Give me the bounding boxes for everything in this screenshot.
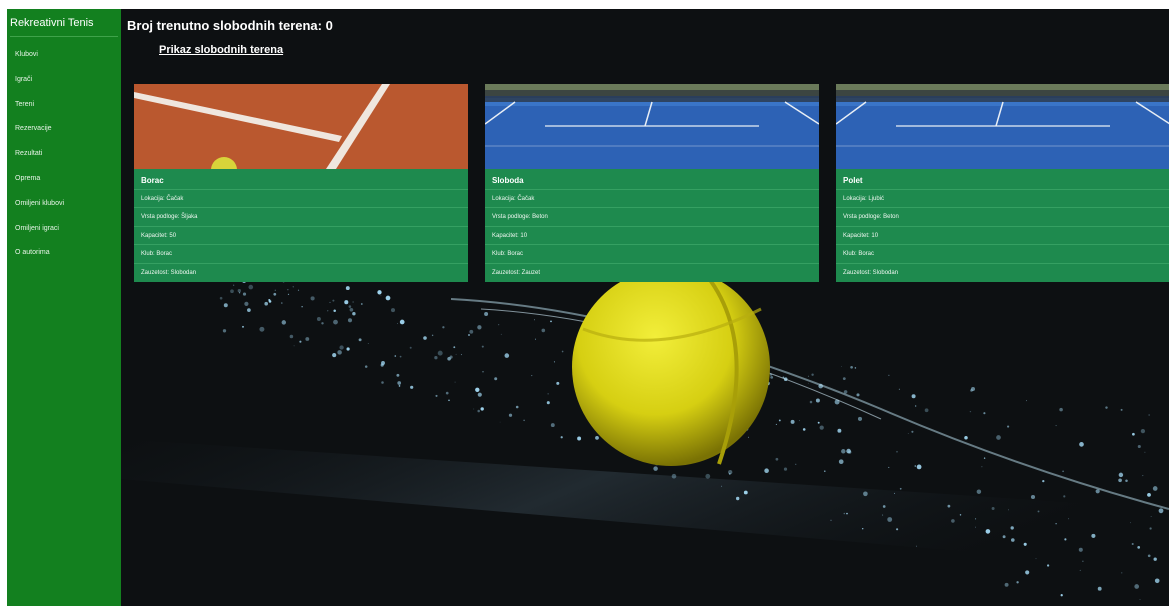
sidebar: Rekreativni Tenis Klubovi Igrači Tereni … [7, 9, 121, 606]
sidebar-nav: Klubovi Igrači Tereni Rezervacije Rezult… [7, 49, 121, 272]
page-title: Broj trenutno slobodnih terena: 0 [127, 18, 333, 33]
court-status: Zauzetost: Slobodan [843, 269, 899, 276]
court-surface: Vrsta podloge: Šljaka [134, 208, 468, 227]
hard-court-image [485, 84, 819, 169]
court-club: Klub: Borac [836, 245, 1169, 264]
sidebar-item-tereni[interactable]: Tereni [7, 99, 121, 124]
court-location: Lokacija: Čačak [134, 190, 468, 209]
court-status: Zauzetost: Zauzet [492, 269, 541, 276]
court-card[interactable]: Polet Lokacija: Ljubić Vrsta podloge: Be… [836, 84, 1169, 282]
sidebar-item-rezultati[interactable]: Rezultati [7, 148, 121, 173]
court-club: Klub: Borac [485, 245, 819, 264]
sidebar-item-omiljeni-igraci[interactable]: Omiljeni igraci [7, 223, 121, 248]
sidebar-item-omiljeni-klubovi[interactable]: Omiljeni klubovi [7, 198, 121, 223]
court-club: Klub: Borac [134, 245, 468, 264]
court-surface: Vrsta podloge: Beton [485, 208, 819, 227]
brand-title[interactable]: Rekreativni Tenis [7, 9, 121, 37]
sidebar-item-rezervacije[interactable]: Rezervacije [7, 123, 121, 148]
court-location: Lokacija: Čačak [485, 190, 819, 209]
app-window: Rekreativni Tenis Klubovi Igrači Tereni … [7, 9, 1169, 606]
clay-court-image [134, 84, 468, 169]
court-name: Polet [836, 169, 1169, 190]
court-status: Zauzetost: Slobodan [141, 269, 197, 276]
sidebar-item-o-autorima[interactable]: O autorima [7, 247, 121, 272]
court-capacity: Kapacitet: 50 [134, 227, 468, 246]
sidebar-item-igraci[interactable]: Igrači [7, 74, 121, 99]
sidebar-item-klubovi[interactable]: Klubovi [7, 49, 121, 74]
court-card[interactable]: Sloboda Lokacija: Čačak Vrsta podloge: B… [485, 84, 819, 282]
hard-court-image [836, 84, 1169, 169]
court-capacity: Kapacitet: 10 [836, 227, 1169, 246]
main-content: Broj trenutno slobodnih terena: 0 Prikaz… [121, 9, 1169, 606]
court-surface: Vrsta podloge: Beton [836, 208, 1169, 227]
court-card[interactable]: Borac Lokacija: Čačak Vrsta podloge: Šlj… [134, 84, 468, 282]
court-name: Borac [134, 169, 468, 190]
sidebar-item-oprema[interactable]: Oprema [7, 173, 121, 198]
court-name: Sloboda [485, 169, 819, 190]
court-capacity: Kapacitet: 10 [485, 227, 819, 246]
show-free-courts-link[interactable]: Prikaz slobodnih terena [159, 44, 283, 56]
court-location: Lokacija: Ljubić [836, 190, 1169, 209]
divider [10, 36, 118, 37]
